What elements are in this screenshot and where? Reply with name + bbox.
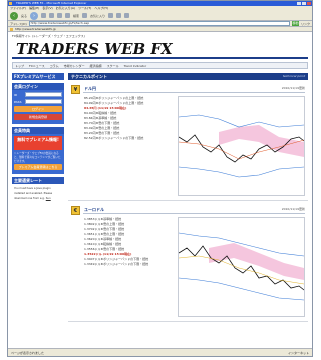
eurusd-date: 2010/11/19更新 (281, 207, 305, 211)
status-text: ページが表示されました (11, 351, 44, 355)
nav-top[interactable]: トップ (15, 64, 24, 68)
usdjpy-chart-svg (179, 114, 304, 178)
usdjpy-levels: 85.20円★ボリンジャーバンドの上限・抵抗 84.99円★ボリンジャーバンドの… (84, 96, 176, 141)
forward-icon[interactable]: › (30, 11, 39, 20)
member-title: 会員特典 (14, 128, 30, 133)
member-panel: 会員特典 無料でプレミアム情報! トレーダーズ・ウェブFXの会員になると、無料で… (12, 127, 64, 174)
nav-calendar[interactable]: 市場カレンダー (64, 64, 85, 68)
page-icon (10, 27, 13, 31)
favorites-bar-text[interactable]: http://www.traderswebfx.jp (15, 27, 56, 31)
site-logo[interactable]: TRADERS WEB FX (16, 40, 173, 58)
eurusd-block: € ユーロドル 2010/11/19更新 1.3853ドル★基準線・抵抗 1.3… (68, 204, 308, 322)
maximize-button[interactable] (302, 2, 306, 5)
search-icon[interactable] (65, 13, 71, 18)
mail-icon[interactable] (116, 13, 122, 18)
site-header: FX情報サイト (トレーダーズ・ウェブ・エフエックス) TRADERS WEB … (12, 34, 308, 60)
login-title: 会員ログイン (14, 84, 38, 89)
rate-title: 主要通貨レート (14, 178, 42, 183)
search-label[interactable]: 検索 (73, 14, 79, 18)
section-header: テクニカルポイント technical point (68, 73, 308, 80)
home-icon[interactable] (57, 13, 63, 18)
nav-news[interactable]: FXニュース (29, 64, 45, 68)
usdjpy-chart[interactable] (178, 96, 305, 196)
favorites-label[interactable]: お気に入り (90, 14, 105, 18)
premium-register-button[interactable]: プレミアム会員登録はこちら (14, 164, 62, 170)
login-panel: 会員ログイン ID PASS ログイン 新規会員登録 (12, 83, 64, 124)
usdjpy-date: 2010/11/19更新 (281, 86, 305, 90)
close-button[interactable] (307, 2, 311, 5)
bollinger-upper (179, 114, 304, 128)
member-text: トレーダーズ・ウェブFXの会員になると、無料で様々なコンテンツがご覧いただけます… (14, 152, 61, 163)
eurusd-chart-svg (179, 232, 304, 301)
left-sidebar: FXプレミアムサービス 会員ログイン ID PASS ログイン 新規会員登録 会… (12, 73, 64, 345)
address-input[interactable]: http://www.traderswebfx.jp/fx/tech.asp (28, 21, 290, 26)
back-icon[interactable]: ‹ (10, 11, 18, 20)
window-title: TRADER'S WEB FX - Microsoft Internet Exp… (16, 1, 87, 5)
nav-trend[interactable]: Trend Indicator (124, 64, 146, 68)
id-label: ID (14, 92, 18, 97)
bollinger-lower (179, 166, 304, 178)
status-bar: ページが表示されました インターネット (8, 348, 312, 356)
level-item: 82.52円★ボリンジャーバンドの下限・抵抗 (84, 136, 144, 140)
site-nav: トップ FXニュース コラム 市場カレンダー 経済指標 スクール Trend I… (12, 62, 308, 69)
premium-panel: FXプレミアムサービス (12, 73, 64, 80)
ie-icon (9, 2, 12, 5)
history-icon[interactable] (108, 13, 114, 18)
rate-panel: 主要通貨レート You must have a Java plugin inst… (12, 177, 64, 203)
window-buttons (297, 2, 311, 5)
address-label: アドレス(D) (10, 21, 27, 26)
minimize-button[interactable] (297, 2, 301, 5)
zone-text: インターネット (287, 351, 309, 355)
toolbar: ‹ 戻る › 検索 お気に入り (8, 11, 312, 21)
header-rule (12, 57, 308, 59)
usdjpy-block: ¥ ドル円 2010/11/19更新 85.20円★ボリンジャーバンドの上限・抵… (68, 83, 308, 201)
refresh-icon[interactable] (49, 13, 55, 18)
euro-icon: € (71, 206, 80, 215)
promo-banner[interactable]: 無料でプレミアム情報! (14, 136, 62, 150)
pass-label: PASS (14, 99, 22, 104)
site-tagline: FX情報サイト (トレーダーズ・ウェブ・エフエックス) (12, 34, 85, 38)
section-subtitle: technical point (282, 74, 305, 78)
id-input[interactable] (25, 92, 62, 97)
register-button[interactable]: 新規会員登録 (14, 114, 62, 120)
favorites-icon[interactable] (82, 13, 88, 18)
usdjpy-rule (83, 92, 305, 93)
eurusd-levels: 1.3853ドル★基準線・抵抗 1.3802ドル★雲の上限・抵抗 1.3702ド… (84, 217, 176, 267)
premium-title: FXプレミアムサービス (14, 74, 56, 79)
ichimoku-cloud (219, 125, 304, 157)
main-content: テクニカルポイント technical point ¥ ドル円 2010/11/… (68, 73, 308, 345)
stop-icon[interactable] (41, 13, 47, 18)
browser-window: TRADER'S WEB FX - Microsoft Internet Exp… (7, 0, 313, 357)
bollinger-lower (179, 277, 304, 301)
eurusd-rule (83, 213, 305, 214)
page-viewport: FX情報サイト (トレーダーズ・ウェブ・エフエックス) TRADERS WEB … (8, 32, 312, 349)
nav-school[interactable]: スクール (107, 64, 119, 68)
yen-icon: ¥ (71, 85, 80, 94)
links-button[interactable]: リンク (301, 22, 310, 26)
level-item: 1.3349ドル★ボリンジャーバンドの下限・抵抗 (84, 262, 149, 266)
print-icon[interactable] (124, 13, 130, 18)
login-button[interactable]: ログイン (14, 106, 62, 112)
password-input[interactable] (25, 99, 62, 104)
eurusd-chart[interactable] (178, 217, 305, 317)
section-title: テクニカルポイント (71, 74, 107, 79)
sun-link[interactable]: Sun (46, 197, 51, 200)
go-button[interactable]: 移動 (291, 21, 299, 26)
nav-column[interactable]: コラム (50, 64, 59, 68)
back-label[interactable]: 戻る (21, 14, 27, 18)
nav-indicators[interactable]: 経済指標 (90, 64, 102, 68)
